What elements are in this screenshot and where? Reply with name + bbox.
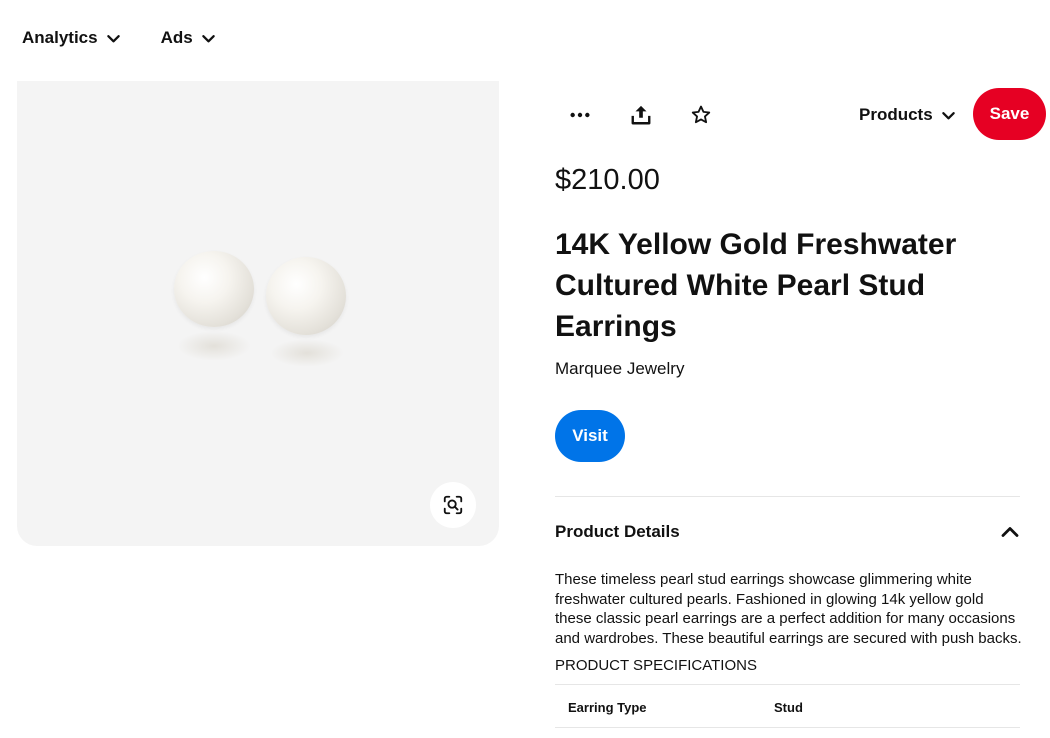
star-outline-icon	[691, 105, 711, 124]
merchant-name[interactable]: Marquee Jewelry	[555, 359, 684, 379]
product-details-toggle[interactable]: Product Details	[555, 510, 1020, 554]
nav-analytics[interactable]: Analytics	[22, 28, 121, 48]
visual-search-icon	[443, 495, 463, 515]
chevron-down-icon	[201, 34, 215, 42]
favorite-button[interactable]	[681, 88, 721, 142]
products-dropdown-label: Products	[859, 105, 933, 124]
more-options-button[interactable]	[560, 88, 600, 142]
products-dropdown[interactable]: Products	[859, 88, 956, 142]
pearl-earring-right	[266, 257, 346, 335]
visit-button[interactable]: Visit	[555, 410, 625, 462]
more-horizontal-icon	[570, 112, 590, 118]
product-title: 14K Yellow Gold Freshwater Cultured Whit…	[555, 228, 957, 343]
nav-analytics-label: Analytics	[22, 28, 98, 47]
save-button[interactable]: Save	[973, 88, 1046, 140]
chevron-down-icon	[106, 34, 120, 42]
product-description: These timeless pearl stud earrings showc…	[555, 571, 1022, 648]
spec-value: Stud	[774, 699, 803, 715]
specs-heading: PRODUCT SPECIFICATIONS	[555, 657, 757, 674]
pearl-reflection	[177, 331, 251, 361]
nav-ads[interactable]: Ads	[161, 28, 216, 48]
pearl-earring-left	[174, 251, 254, 327]
product-details-title: Product Details	[555, 522, 680, 541]
nav-ads-label: Ads	[160, 28, 193, 47]
divider	[555, 684, 1020, 685]
top-nav: Analytics Ads	[22, 28, 216, 48]
pearl-reflection	[270, 339, 344, 367]
pin-action-bar: Products Save	[560, 88, 1050, 142]
spec-row: Earring Type Stud	[555, 686, 1020, 728]
share-upload-icon	[631, 105, 651, 125]
chevron-down-icon	[941, 111, 955, 119]
spec-key: Earring Type	[568, 699, 647, 715]
product-price: $210.00	[555, 164, 660, 196]
divider	[555, 496, 1020, 497]
chevron-up-icon	[1001, 527, 1019, 537]
product-image[interactable]	[17, 81, 499, 546]
visual-search-button[interactable]	[430, 482, 476, 528]
share-button[interactable]	[621, 88, 661, 142]
divider	[555, 727, 1020, 728]
